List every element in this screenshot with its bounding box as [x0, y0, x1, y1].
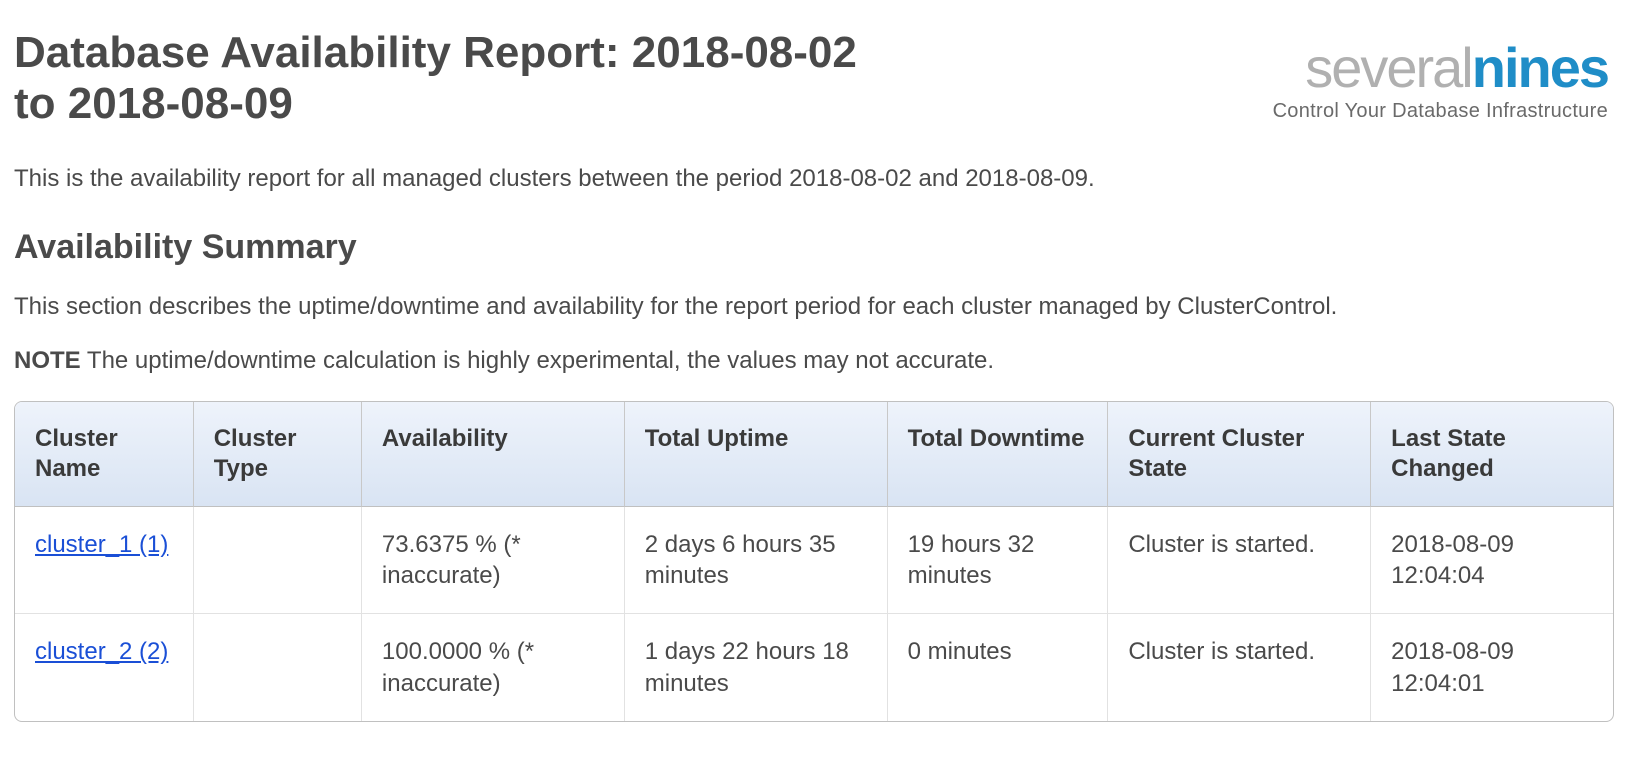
report-header: Database Availability Report: 2018-08-02…: [14, 10, 1614, 139]
intro-paragraph: This is the availability report for all …: [14, 163, 1614, 195]
col-cluster-type: Cluster Type: [194, 402, 362, 507]
logo-text-blue: nines: [1472, 36, 1608, 99]
cell-last-changed: 2018-08-09 12:04:04: [1371, 507, 1613, 614]
col-cluster-name: Cluster Name: [15, 402, 194, 507]
cell-total-downtime: 0 minutes: [888, 614, 1109, 720]
cell-cluster-type: [194, 614, 362, 720]
summary-heading: Availability Summary: [14, 228, 1614, 267]
col-total-uptime: Total Uptime: [625, 402, 888, 507]
note-text: The uptime/downtime calculation is highl…: [81, 347, 994, 374]
col-last-changed: Last State Changed: [1371, 402, 1613, 507]
cell-current-state: Cluster is started.: [1108, 507, 1371, 614]
cell-total-uptime: 2 days 6 hours 35 minutes: [625, 507, 888, 614]
cell-total-downtime: 19 hours 32 minutes: [888, 507, 1109, 614]
table-row: cluster_1 (1) 73.6375 % (* inaccurate) 2…: [15, 507, 1613, 614]
cluster-link[interactable]: cluster_1 (1): [35, 531, 168, 558]
col-total-downtime: Total Downtime: [888, 402, 1109, 507]
availability-table: Cluster Name Cluster Type Availability T…: [14, 401, 1614, 722]
logo-text-gray: several: [1305, 36, 1472, 99]
summary-note: NOTE The uptime/downtime calculation is …: [14, 347, 1614, 375]
cell-current-state: Cluster is started.: [1108, 614, 1371, 720]
cell-availability: 73.6375 % (* inaccurate): [362, 507, 625, 614]
table-row: cluster_2 (2) 100.0000 % (* inaccurate) …: [15, 614, 1613, 720]
cell-total-uptime: 1 days 22 hours 18 minutes: [625, 614, 888, 720]
cell-last-changed: 2018-08-09 12:04:01: [1371, 614, 1613, 720]
page-title: Database Availability Report: 2018-08-02…: [14, 28, 894, 129]
summary-description: This section describes the uptime/downti…: [14, 291, 1614, 323]
brand-block: severalnines Control Your Database Infra…: [1273, 40, 1608, 123]
col-current-state: Current Cluster State: [1108, 402, 1371, 507]
brand-tagline: Control Your Database Infrastructure: [1273, 100, 1608, 123]
cell-availability: 100.0000 % (* inaccurate): [362, 614, 625, 720]
cluster-link[interactable]: cluster_2 (2): [35, 638, 168, 665]
brand-logo: severalnines: [1273, 40, 1608, 96]
cell-cluster-type: [194, 507, 362, 614]
col-availability: Availability: [362, 402, 625, 507]
note-label: NOTE: [14, 347, 81, 374]
table-header-row: Cluster Name Cluster Type Availability T…: [15, 402, 1613, 507]
